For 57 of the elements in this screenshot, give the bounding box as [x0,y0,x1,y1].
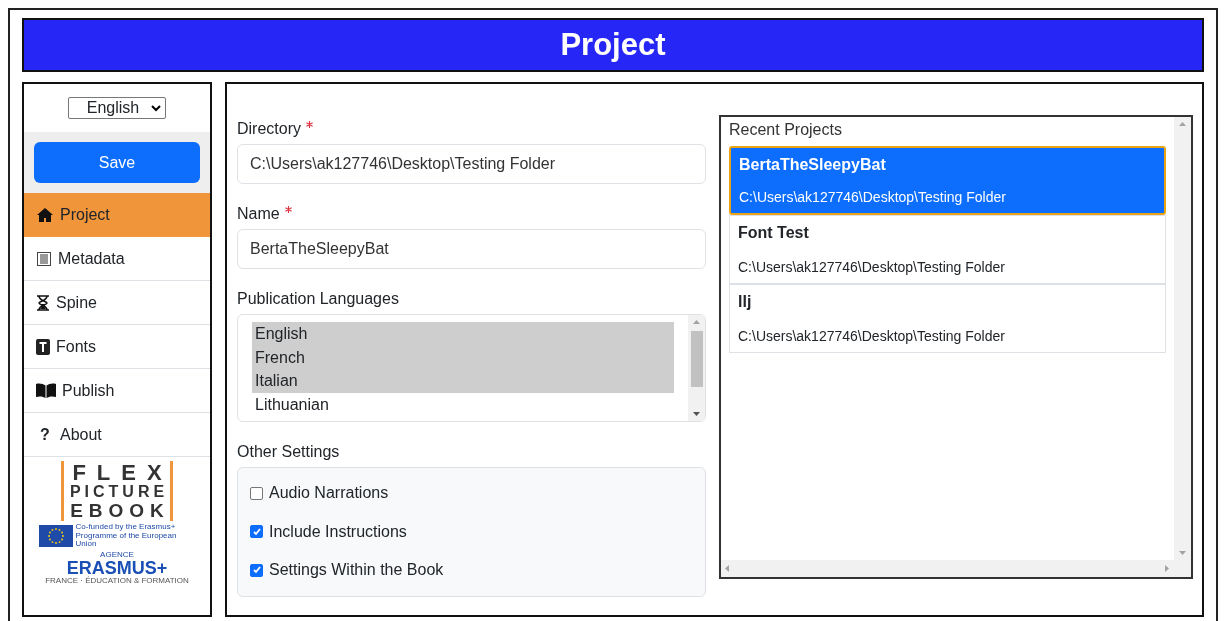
project-path: C:\Users\ak127746\Desktop\Testing Folder [738,328,1006,344]
nav-item[interactable]: Publish [24,369,210,413]
checkbox[interactable] [250,486,263,500]
recent-project-item[interactable]: BertaTheSleepyBat C:\Users\ak127746\Desktop\Testing Folder [729,146,1166,215]
save-button[interactable]: Save [34,142,200,183]
language-select[interactable]: English [67,97,167,119]
nav-item[interactable]: ? About [24,413,210,457]
down-arrow-icon [1179,551,1186,555]
page-title: Project [560,27,666,63]
recent-project-item[interactable]: Font Test C:\Users\ak127746\Desktop\Testing Folder [729,215,1166,284]
checkbox-label: Settings Within the Book [269,561,444,580]
nav-item[interactable]: Fonts [24,325,210,369]
project-path: C:\Users\ak127746\Desktop\Testing Folder [739,189,1007,205]
field-label: Directory [237,120,706,138]
right-arrow-icon [1165,565,1169,572]
nav-item[interactable]: Spine [24,281,210,325]
directory-field[interactable]: C:\Users\ak127746\Desktop\Testing Folder [237,144,706,184]
hourglass-icon [36,294,50,311]
language-option[interactable]: French [252,345,674,369]
language-option[interactable]: Lithuanian [252,392,674,416]
agency-text: AGENCE [100,551,134,560]
left-arrow-icon [725,565,729,572]
question-icon: ? [36,425,54,444]
eu-cofunded-text: Co-funded by the Erasmus+ Programme of the European Union [75,522,178,550]
eu-flag-icon [38,525,73,547]
checkbox[interactable] [250,563,263,577]
scrollbar[interactable] [721,560,1191,577]
project-name: Font Test [738,224,810,242]
document-icon [36,250,52,267]
ebook-logo: FLEX PICTURE EBOOK [60,461,174,521]
checkbox[interactable] [250,525,263,539]
panel-title: Recent Projects [729,121,843,139]
scrollbar[interactable] [688,315,705,421]
chevron-icon [151,104,162,112]
down-arrow-icon [693,412,700,416]
project-path: C:\Users\ak127746\Desktop\Testing Folder [738,259,1006,275]
up-arrow-icon [1179,122,1186,126]
language-option[interactable]: English [252,322,674,346]
checkbox-label: Include Instructions [269,522,407,541]
home-icon [36,207,54,223]
up-arrow-icon [693,320,700,324]
language-option[interactable]: Italian [252,369,674,393]
project-name: BertaTheSleepyBat [739,156,887,174]
project-name: llj [738,293,753,311]
field-label: Publication Languages [237,290,400,308]
name-field[interactable]: BertaTheSleepyBat [237,229,706,269]
nav-item[interactable]: Project [24,193,210,237]
book-icon [36,383,56,398]
erasmus-logo-text: ERASMUS+ [66,559,168,578]
field-label: Other Settings [237,443,341,461]
scrollbar[interactable] [1174,117,1191,560]
checkbox-label: Audio Narrations [269,484,389,503]
nav-item[interactable]: Metadata [24,237,210,281]
recent-project-item[interactable]: llj C:\Users\ak127746\Desktop\Testing Folder [729,284,1166,353]
field-label: Name [237,205,706,223]
erasmus-subtitle: FRANCE · ÉDUCATION & FORMATION [45,577,189,586]
font-icon [36,338,50,355]
